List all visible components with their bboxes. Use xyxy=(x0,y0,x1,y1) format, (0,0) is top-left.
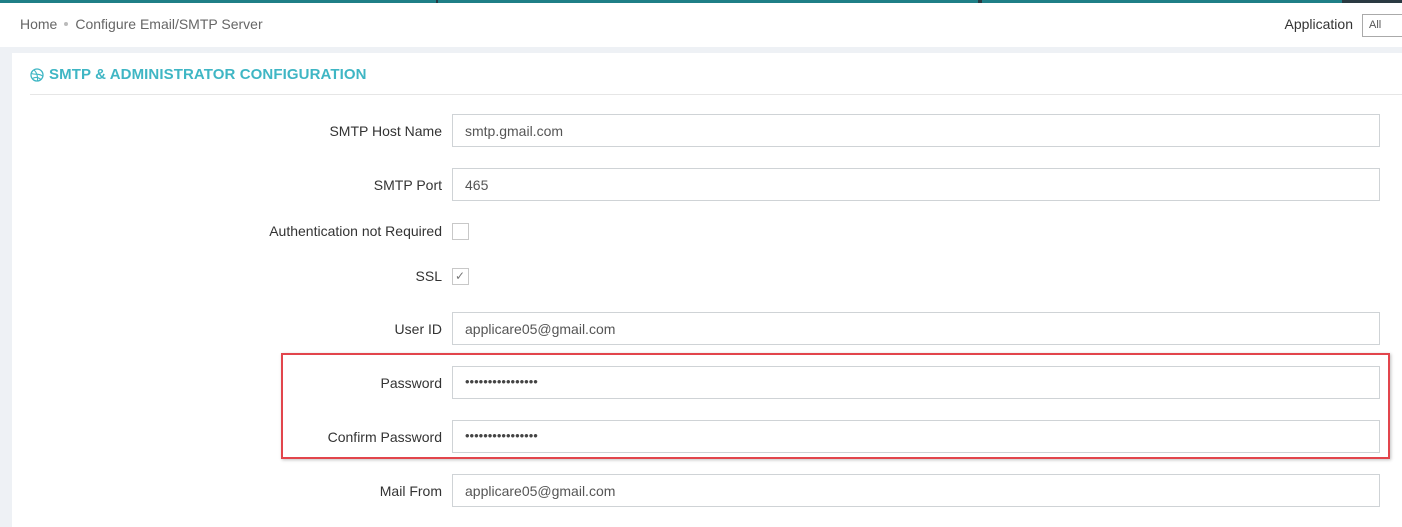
breadcrumb: Home Configure Email/SMTP Server xyxy=(20,16,263,32)
globe-icon xyxy=(30,67,44,82)
breadcrumb-home-link[interactable]: Home xyxy=(20,16,57,32)
application-select[interactable]: All xyxy=(1362,14,1402,37)
auth-not-required-checkbox[interactable] xyxy=(452,223,469,240)
smtp-port-label: SMTP Port xyxy=(373,177,442,193)
breadcrumb-separator xyxy=(64,22,69,27)
breadcrumb-current: Configure Email/SMTP Server xyxy=(75,16,263,32)
checkmark-icon: ✓ xyxy=(455,269,466,283)
smtp-host-input[interactable]: smtp.gmail.com xyxy=(452,114,1380,147)
mail-from-label: Mail From xyxy=(379,483,442,499)
page-header: Home Configure Email/SMTP Server Applicat… xyxy=(0,3,1402,47)
auth-not-required-label: Authentication not Required xyxy=(269,223,442,239)
mail-from-input[interactable]: applicare05@gmail.com xyxy=(452,474,1380,507)
application-label: Application xyxy=(1284,16,1354,32)
panel-title: SMTP & ADMINISTRATOR CONFIGURATION xyxy=(30,66,367,83)
smtp-host-label: SMTP Host Name xyxy=(329,123,442,139)
panel-title-text: SMTP & ADMINISTRATOR CONFIGURATION xyxy=(49,66,367,83)
ssl-checkbox[interactable]: ✓ xyxy=(452,268,469,285)
panel-divider xyxy=(30,94,1402,95)
user-id-label: User ID xyxy=(394,321,442,337)
password-highlight-box xyxy=(281,353,1390,459)
ssl-label: SSL xyxy=(415,268,442,284)
smtp-port-input[interactable]: 465 xyxy=(452,168,1380,201)
user-id-input[interactable]: applicare05@gmail.com xyxy=(452,312,1380,345)
